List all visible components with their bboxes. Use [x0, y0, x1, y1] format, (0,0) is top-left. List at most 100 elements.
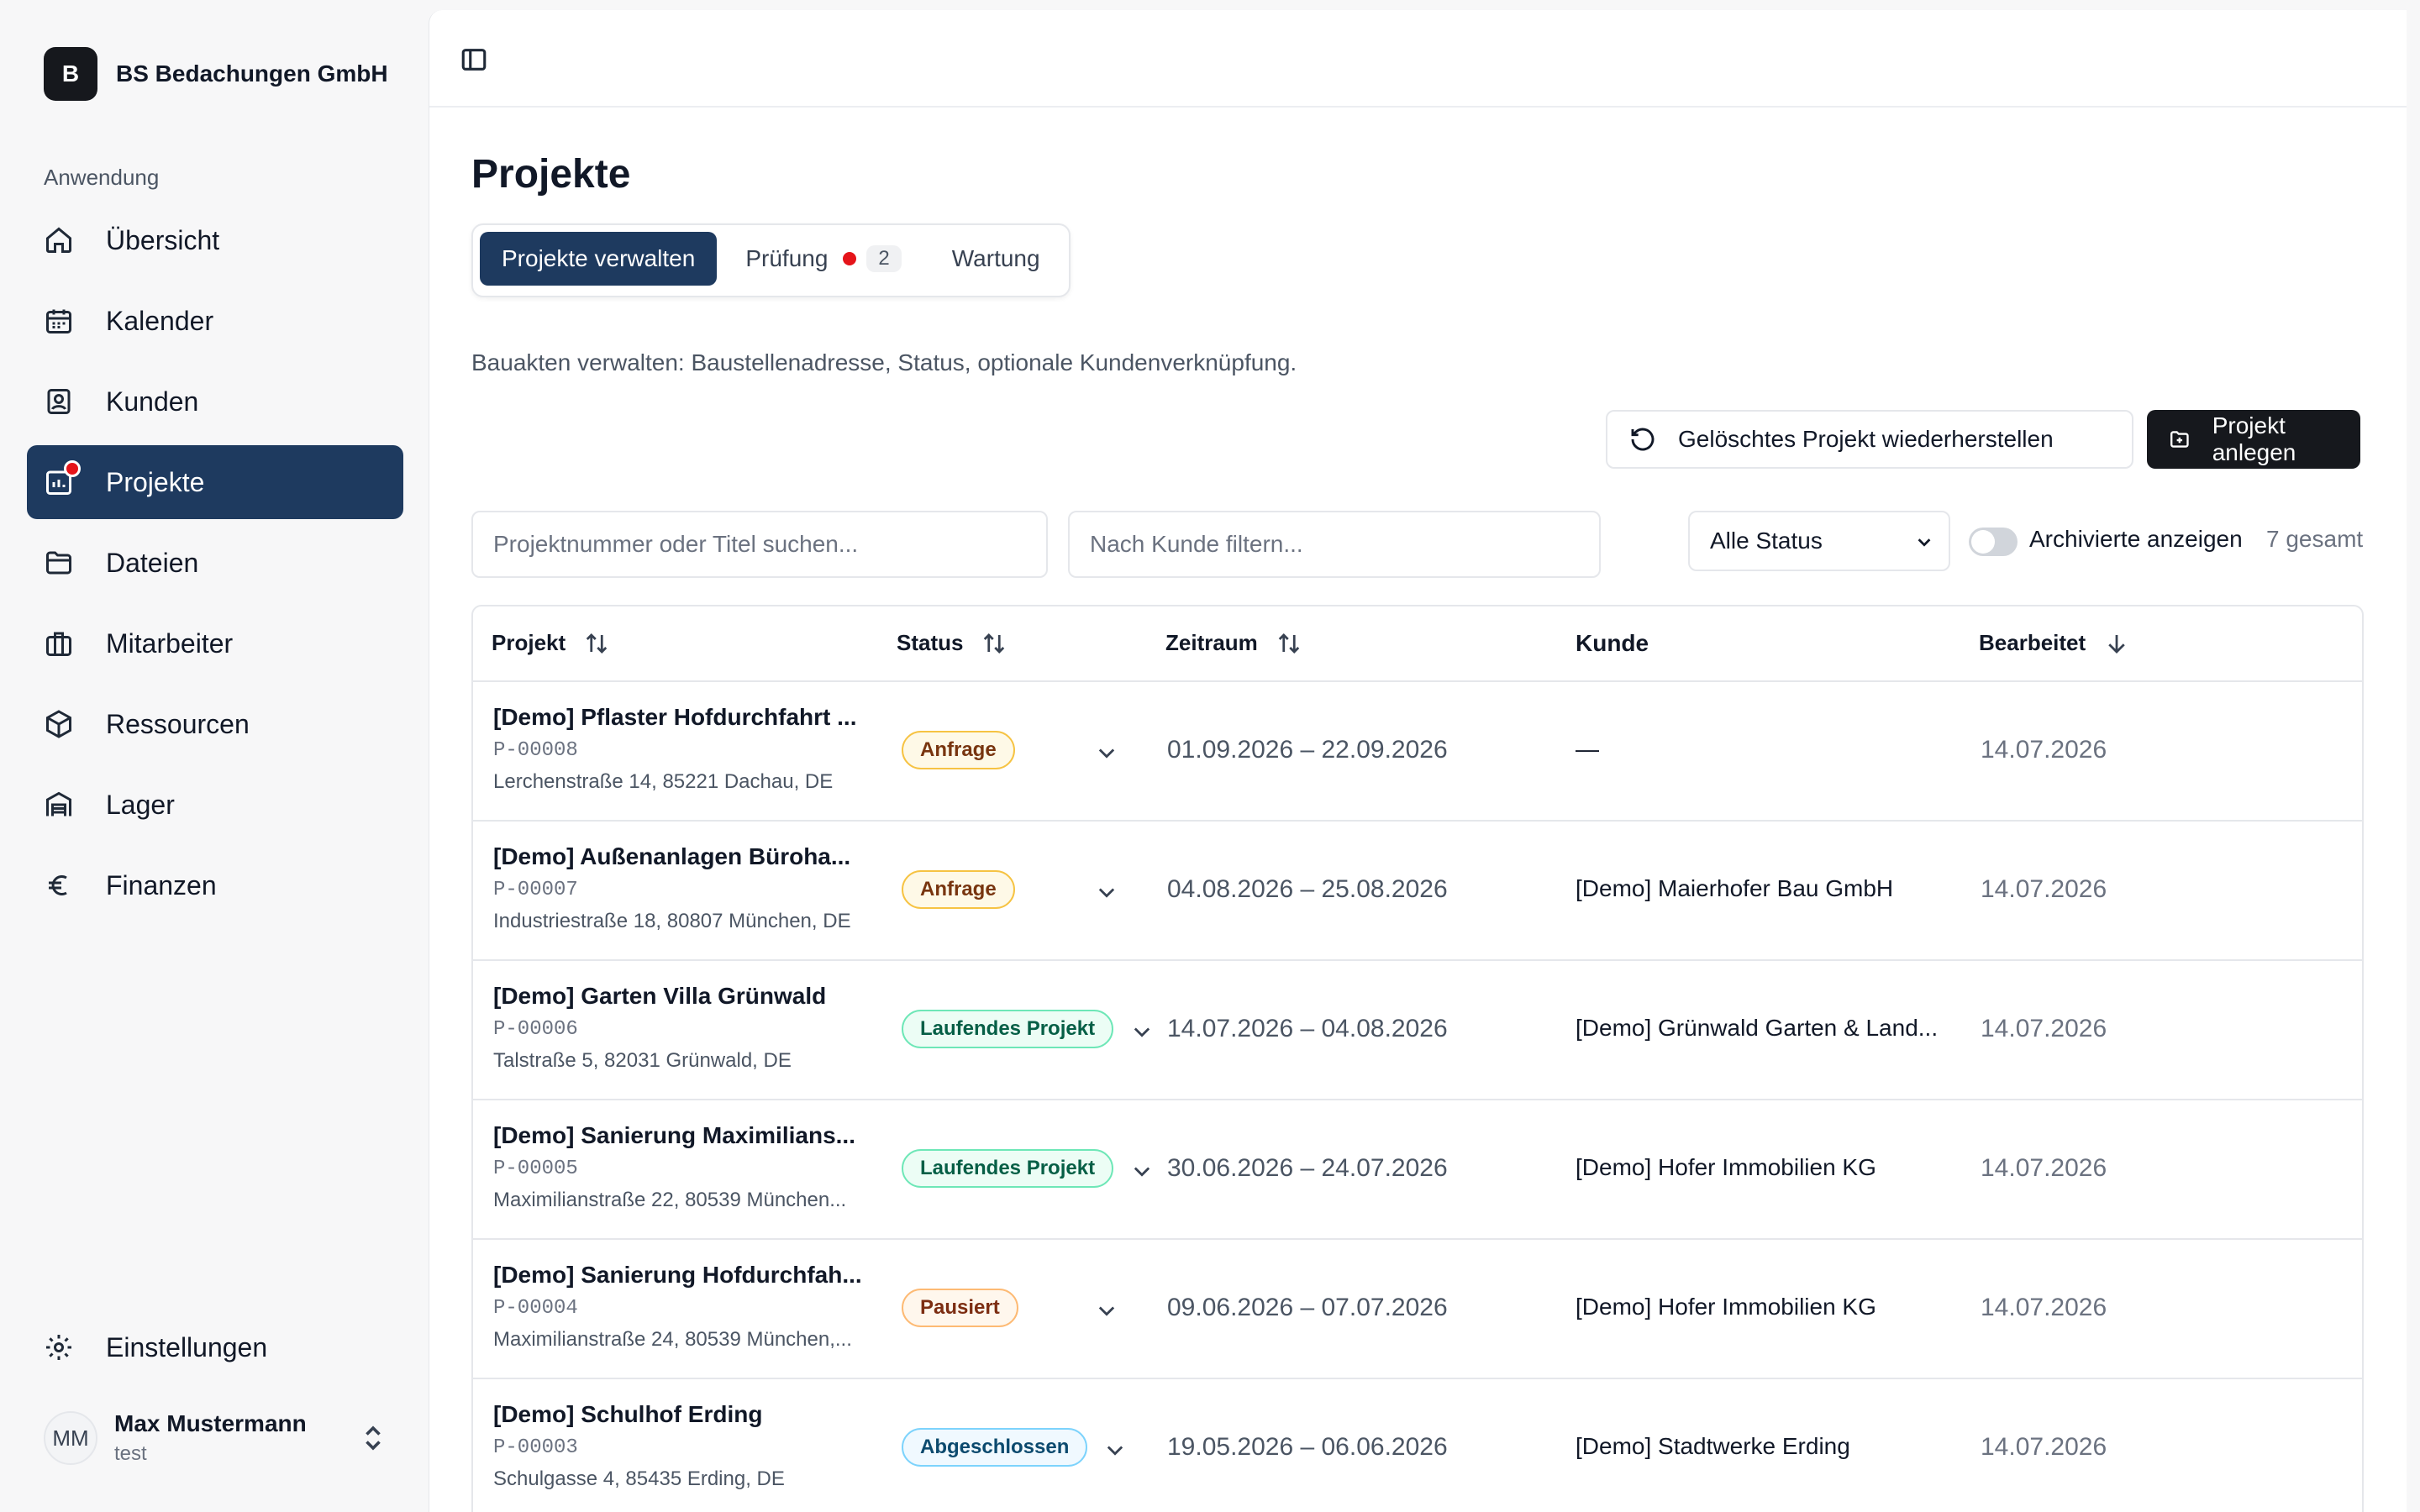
toggle-knob — [1971, 530, 1995, 554]
project-number: P-00005 — [493, 1158, 578, 1180]
status-badge[interactable]: Pausiert — [902, 1289, 1018, 1327]
sidebar-nav: Übersicht Kalender Kunden Projekte Datei… — [27, 203, 403, 929]
project-cell: [Demo] Schulhof Erding P-00003 Schulgass… — [493, 1401, 871, 1491]
status-badge[interactable]: Laufendes Projekt — [902, 1010, 1114, 1048]
edited-cell: 14.07.2026 — [1981, 1154, 2107, 1182]
period-cell: 19.05.2026 – 06.06.2026 — [1167, 1433, 1448, 1461]
edited-cell: 14.07.2026 — [1981, 1015, 2107, 1042]
status-badge[interactable]: Abgeschlossen — [902, 1428, 1088, 1467]
sidebar-item-label: Übersicht — [106, 224, 220, 255]
sidebar-item-lager[interactable]: Lager — [27, 768, 403, 842]
table-row[interactable]: [Demo] Schulhof Erding P-00003 Schulgass… — [473, 1379, 2362, 1512]
user-subtitle: test — [114, 1442, 147, 1465]
create-project-button[interactable]: Projekt anlegen — [2147, 410, 2360, 469]
box-icon — [46, 710, 71, 738]
project-search-input[interactable] — [471, 511, 1048, 578]
sidebar-item-kalender[interactable]: Kalender — [27, 284, 403, 358]
briefcase-icon — [46, 632, 71, 656]
project-number: P-00004 — [493, 1297, 578, 1320]
home-icon — [46, 227, 71, 253]
sidebar-item-ressourcen[interactable]: Ressourcen — [27, 687, 403, 761]
sidebar-item-mitarbeiter[interactable]: Mitarbeiter — [27, 606, 403, 680]
project-title[interactable]: [Demo] Sanierung Maximilians... — [493, 1122, 871, 1149]
chevron-down-icon[interactable] — [1103, 1438, 1127, 1462]
column-label: Zeitraum — [1165, 630, 1258, 655]
table-row[interactable]: [Demo] Garten Villa Grünwald P-00006 Tal… — [473, 961, 2362, 1100]
brand-name: BS Bedachungen GmbH — [116, 60, 388, 87]
sidebar-item-uebersicht[interactable]: Übersicht — [27, 203, 403, 277]
tab-label: Projekte verwalten — [502, 245, 696, 271]
project-title[interactable]: [Demo] Garten Villa Grünwald — [493, 983, 871, 1010]
status-badge[interactable]: Anfrage — [902, 870, 1015, 909]
notification-dot — [64, 460, 81, 477]
table-row[interactable]: [Demo] Außenanlagen Büroha... P-00007 In… — [473, 822, 2362, 961]
column-header-period[interactable]: Zeitraum — [1165, 630, 1302, 656]
tab-wartung[interactable]: Wartung — [930, 232, 1062, 286]
sidebar-item-dateien[interactable]: Dateien — [27, 526, 403, 600]
project-title[interactable]: [Demo] Sanierung Hofdurchfah... — [493, 1262, 871, 1289]
gear-icon — [46, 1335, 71, 1360]
sidebar-item-label: Projekte — [106, 466, 205, 497]
project-cell: [Demo] Sanierung Hofdurchfah... P-00004 … — [493, 1262, 871, 1352]
project-cell: [Demo] Garten Villa Grünwald P-00006 Tal… — [493, 983, 871, 1073]
table-row[interactable]: [Demo] Sanierung Hofdurchfah... P-00004 … — [473, 1240, 2362, 1379]
tab-projekte-verwalten[interactable]: Projekte verwalten — [480, 232, 718, 286]
sidebar-bottom: Einstellungen — [27, 1310, 403, 1391]
status-filter-select[interactable]: Alle Status — [1688, 511, 1950, 571]
status-badge[interactable]: Anfrage — [902, 731, 1015, 769]
chevron-down-icon[interactable] — [1095, 1299, 1118, 1322]
chevron-down-icon[interactable] — [1130, 1020, 1154, 1043]
sidebar-item-label: Ressourcen — [106, 708, 250, 739]
sidebar-toggle-button[interactable] — [460, 45, 488, 74]
project-address: Lerchenstraße 14, 85221 Dachau, DE — [493, 770, 834, 793]
sidebar-item-einstellungen[interactable]: Einstellungen — [27, 1310, 403, 1384]
column-header-customer: Kunde — [1576, 630, 1649, 657]
user-menu[interactable]: MM Max Mustermann test — [44, 1408, 388, 1468]
topbar — [429, 10, 2407, 108]
avatar: MM — [44, 1411, 97, 1465]
sort-icon — [586, 633, 608, 654]
chevron-down-icon — [1918, 538, 1931, 547]
project-title[interactable]: [Demo] Pflaster Hofdurchfahrt ... — [493, 704, 871, 731]
customer-filter-input[interactable] — [1068, 511, 1601, 578]
project-number: P-00006 — [493, 1018, 578, 1041]
chevron-down-icon[interactable] — [1095, 880, 1118, 904]
column-header-project[interactable]: Projekt — [492, 630, 609, 656]
column-label: Bearbeitet — [1979, 630, 2086, 655]
tab-pruefung[interactable]: Prüfung 2 — [723, 232, 923, 286]
tab-bar: Projekte verwalten Prüfung 2 Wartung — [471, 223, 1071, 297]
project-title[interactable]: [Demo] Außenanlagen Büroha... — [493, 843, 871, 870]
column-header-status[interactable]: Status — [897, 630, 1007, 656]
project-title[interactable]: [Demo] Schulhof Erding — [493, 1401, 871, 1428]
column-header-edited[interactable]: Bearbeitet — [1979, 630, 2129, 656]
customer-cell: [Demo] Hofer Immobilien KG — [1576, 1154, 1876, 1180]
restore-project-button[interactable]: Gelöschtes Projekt wiederherstellen — [1606, 410, 2133, 469]
arrow-down-icon — [2108, 634, 2125, 654]
sidebar: B BS Bedachungen GmbH Anwendung Übersich… — [0, 0, 429, 1512]
sidebar-item-kunden[interactable]: Kunden — [27, 365, 403, 438]
status-badge[interactable]: Laufendes Projekt — [902, 1149, 1114, 1188]
customer-cell: [Demo] Stadtwerke Erding — [1576, 1433, 1850, 1459]
sidebar-item-finanzen[interactable]: Finanzen — [27, 848, 403, 922]
calendar-icon — [46, 309, 71, 333]
brand[interactable]: B BS Bedachungen GmbH — [44, 47, 388, 101]
period-cell: 14.07.2026 – 04.08.2026 — [1167, 1015, 1448, 1042]
period-cell: 01.09.2026 – 22.09.2026 — [1167, 736, 1448, 764]
chevron-down-icon[interactable] — [1130, 1159, 1154, 1183]
project-address: Industriestraße 18, 80807 München, DE — [493, 910, 851, 932]
panel-left-icon — [461, 49, 487, 71]
contact-icon — [47, 389, 71, 414]
project-number: P-00007 — [493, 879, 578, 901]
chevron-down-icon[interactable] — [1095, 741, 1118, 764]
customer-cell: [Demo] Maierhofer Bau GmbH — [1576, 875, 1894, 901]
nav-section-label: Anwendung — [44, 165, 160, 190]
button-label: Projekt anlegen — [2212, 412, 2296, 465]
sidebar-item-projekte[interactable]: Projekte — [27, 445, 403, 519]
archived-toggle[interactable] — [1969, 528, 2018, 556]
table-row[interactable]: [Demo] Sanierung Maximilians... P-00005 … — [473, 1100, 2362, 1240]
sort-icon — [984, 633, 1005, 654]
table-row[interactable]: [Demo] Pflaster Hofdurchfahrt ... P-0000… — [473, 682, 2362, 822]
project-address: Schulgasse 4, 85435 Erding, DE — [493, 1467, 785, 1490]
main-content: Projekte Projekte verwalten Prüfung 2 Wa… — [429, 10, 2407, 1512]
warehouse-icon — [46, 791, 71, 816]
